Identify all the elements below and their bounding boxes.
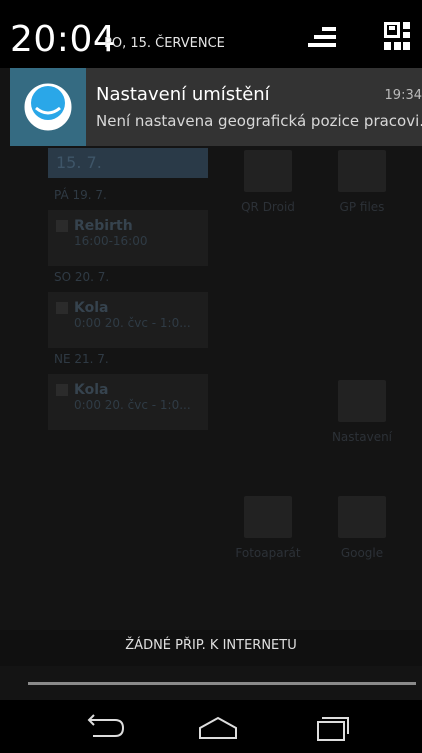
google-icon: [338, 496, 386, 538]
home-icon[interactable]: [188, 710, 248, 742]
calendar-event: Kola 0:00 20. čvc - 1:0...: [48, 374, 208, 430]
date: PO, 15. ČERVENCE: [104, 36, 225, 51]
camera-icon: [244, 496, 292, 538]
event-time: 0:00 20. čvc - 1:0...: [74, 398, 191, 412]
event-color-icon: [56, 220, 68, 232]
event-color-icon: [56, 302, 68, 314]
event-title: Rebirth: [74, 218, 133, 234]
back-icon[interactable]: [75, 710, 135, 742]
calendar-widget: 15. 7. PÁ 19. 7. Rebirth 16:00-16:00 SO …: [48, 148, 208, 438]
calendar-day-label: SO 20. 7.: [54, 270, 110, 284]
navigation-bar: [0, 700, 422, 753]
calendar-day-label: PÁ 19. 7.: [54, 188, 107, 202]
event-title: Kola: [74, 300, 109, 316]
event-time: 0:00 20. čvc - 1:0...: [74, 316, 191, 330]
clock: 20:04: [10, 19, 117, 60]
notification-shade-header: 20:04 PO, 15. ČERVENCE: [0, 0, 422, 68]
notification-grid-icon[interactable]: [384, 22, 410, 50]
calendar-event: Kola 0:00 20. čvc - 1:0...: [48, 292, 208, 348]
notification-app-icon: [10, 68, 86, 146]
gp-files-icon: [338, 150, 386, 192]
recent-apps-icon[interactable]: [302, 710, 362, 742]
calendar-event: Rebirth 16:00-16:00: [48, 210, 208, 266]
app-shortcut: Nastavení: [322, 380, 402, 444]
calendar-day-label: NE 21. 7.: [54, 352, 109, 366]
notification-text: Není nastavena geografická pozice pracov…: [96, 112, 422, 130]
event-time: 16:00-16:00: [74, 234, 148, 248]
quick-settings-icon[interactable]: [308, 27, 336, 47]
avatar-icon: [24, 83, 72, 131]
qr-droid-icon: [244, 150, 292, 192]
app-shortcut: Google: [322, 496, 402, 560]
event-title: Kola: [74, 382, 109, 398]
notification-time: 19:34: [384, 88, 422, 103]
shade-drag-handle[interactable]: [28, 682, 416, 685]
app-shortcut: QR Droid: [228, 150, 308, 214]
app-shortcut: Fotoaparát: [228, 496, 308, 560]
calendar-header: 15. 7.: [48, 148, 208, 178]
app-shortcut: GP files: [322, 150, 402, 214]
notification-title: Nastavení umístění: [96, 84, 270, 105]
notification-card[interactable]: Nastavení umístění 19:34 Není nastavena …: [10, 68, 422, 146]
network-status-label: ŽÁDNÉ PŘIP. K INTERNETU: [125, 638, 297, 653]
event-color-icon: [56, 384, 68, 396]
settings-icon: [338, 380, 386, 422]
